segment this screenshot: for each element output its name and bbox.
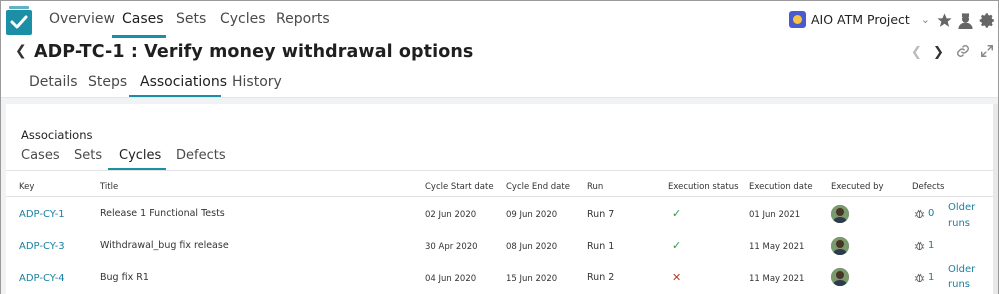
bug-icon [914,241,925,251]
top-navigation: Overview Cases Sets Cycles Reports AIO A… [1,1,998,39]
subtab-defects[interactable]: Defects [176,148,226,163]
tab-steps[interactable]: Steps [88,74,127,90]
nav-active-indicator [112,35,166,38]
associations-panel [6,104,993,294]
subtab-sets[interactable]: Sets [74,148,102,163]
column-header-title[interactable]: Title [100,182,118,192]
nav-reports[interactable]: Reports [276,11,330,27]
defect-count[interactable]: 1 [914,272,934,283]
nav-sets[interactable]: Sets [176,11,206,27]
column-header-execution-status[interactable]: Execution status [668,182,739,192]
cycle-end-date: 08 Jun 2020 [506,242,558,252]
project-selector[interactable]: AIO ATM Project ⌄ [789,11,930,28]
cycle-title: Bug fix R1 [100,272,149,283]
run-label: Run 7 [587,209,615,220]
column-header-key[interactable]: Key [19,182,34,192]
next-icon[interactable]: ❯ [933,45,944,60]
column-header-defects[interactable]: Defects [912,182,944,192]
divider [6,170,993,171]
older-runs-link-line2[interactable]: runs [948,277,970,293]
cycle-start-date: 02 Jun 2020 [425,210,477,220]
cycle-key-link[interactable]: ADP-CY-4 [19,273,65,284]
user-icon[interactable] [957,12,974,29]
app-logo-icon[interactable] [6,6,32,35]
execution-date: 11 May 2021 [749,274,805,284]
execution-date: 11 May 2021 [749,242,805,252]
associations-heading: Associations [21,128,93,142]
gear-icon[interactable] [979,12,996,29]
pass-check-icon: ✓ [672,207,682,220]
scrollbar[interactable] [993,104,998,294]
column-header-executed-by[interactable]: Executed by [831,182,884,192]
older-runs-link[interactable]: Older [948,200,975,216]
tab-associations[interactable]: Associations [140,74,227,90]
bug-icon [914,273,925,283]
run-label: Run 1 [587,241,615,252]
avatar[interactable] [831,205,849,223]
defect-count[interactable]: 0 [914,208,934,219]
expand-icon[interactable] [980,44,994,62]
divider [6,196,993,197]
cycle-title: Withdrawal_bug fix release [100,240,229,251]
tab-history[interactable]: History [232,74,282,90]
column-header-end-date[interactable]: Cycle End date [506,182,570,192]
previous-icon[interactable]: ❮ [911,45,922,60]
cycle-key-link[interactable]: ADP-CY-3 [19,241,65,252]
defect-count[interactable]: 1 [914,240,934,251]
cycle-start-date: 30 Apr 2020 [425,242,478,252]
column-header-start-date[interactable]: Cycle Start date [425,182,494,192]
avatar[interactable] [831,237,849,255]
bug-icon [914,209,925,219]
nav-cycles[interactable]: Cycles [220,11,266,27]
project-name: AIO ATM Project [811,12,910,27]
subtab-cases[interactable]: Cases [21,148,60,163]
column-header-execution-date[interactable]: Execution date [749,182,813,192]
execution-date: 01 Jun 2021 [749,210,801,220]
pass-check-icon: ✓ [672,239,682,252]
fail-cross-icon: ✕ [672,271,682,284]
page-title: ADP-TC-1 : Verify money withdrawal optio… [34,42,474,62]
tab-details[interactable]: Details [29,74,78,90]
older-runs-link[interactable]: Older [948,262,975,278]
avatar[interactable] [831,268,849,286]
cycle-end-date: 15 Jun 2020 [506,274,558,284]
older-runs-link-line2[interactable]: runs [948,216,970,232]
cycle-key-link[interactable]: ADP-CY-1 [19,209,65,220]
project-icon [789,11,806,28]
cycle-start-date: 04 Jun 2020 [425,274,477,284]
chevron-down-icon: ⌄ [920,13,931,26]
column-header-run[interactable]: Run [587,182,603,192]
nav-cases[interactable]: Cases [122,11,164,27]
nav-overview[interactable]: Overview [49,11,115,27]
cycle-title: Release 1 Functional Tests [100,208,225,219]
link-icon[interactable] [956,44,970,62]
back-arrow-icon[interactable]: ❮ [15,43,27,59]
cycle-end-date: 09 Jun 2020 [506,210,558,220]
subtab-cycles[interactable]: Cycles [119,148,161,163]
star-icon[interactable] [936,12,953,29]
run-label: Run 2 [587,272,615,283]
